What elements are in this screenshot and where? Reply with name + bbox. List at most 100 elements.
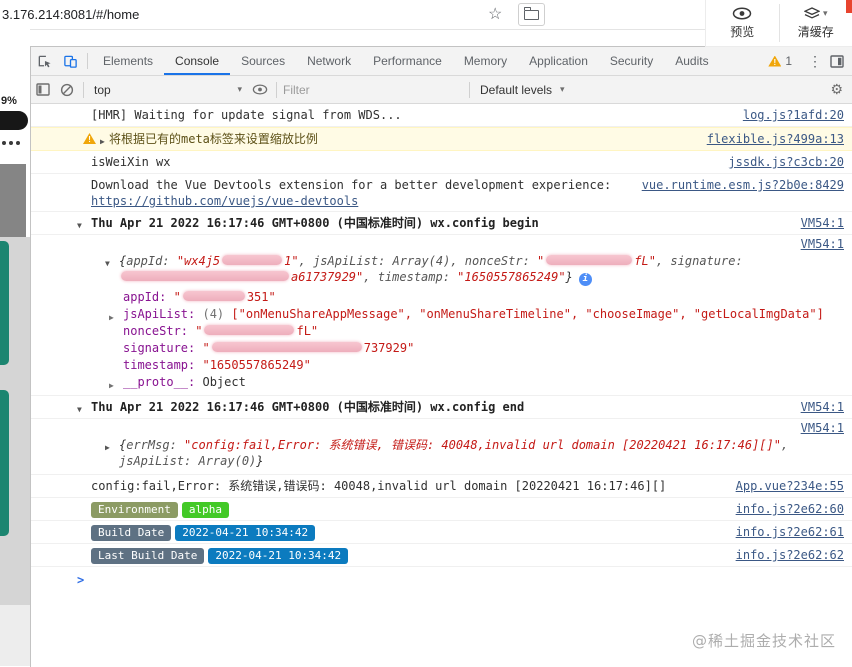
property-value: "1650557865249" (202, 358, 310, 372)
clear-console-icon[interactable] (55, 78, 79, 102)
context-selector[interactable]: top ▾ (88, 83, 248, 97)
tab-security[interactable]: Security (599, 48, 664, 75)
source-link[interactable]: VM54:1 (801, 237, 844, 251)
build-date-value-badge: 2022-04-21 10:34:42 (175, 525, 315, 541)
console-message-config-fail: App.vue?234e:55 config:fail,Error: 系统错误,… (31, 475, 852, 498)
redacted-text (121, 271, 289, 281)
group-title: Thu Apr 21 2022 16:17:46 GMT+0800 (中国标准时… (91, 400, 524, 414)
devtools-tabbar: Elements Console Sources Network Perform… (31, 47, 852, 76)
preview-button[interactable]: 预览 (706, 0, 779, 46)
source-link[interactable]: info.js?2e62:62 (736, 547, 844, 563)
page-footer-area (0, 605, 30, 666)
property-proto: ▶ __proto__: Object (109, 374, 844, 391)
source-link[interactable]: VM54:1 (801, 215, 844, 231)
message-text: isWeiXin wx (91, 155, 170, 169)
page-action-panel: 预览 ▾ 清缓存 (705, 0, 852, 47)
console-settings-gear-icon[interactable]: ⚙ (830, 81, 843, 98)
preview-key: , jsApiList: (299, 254, 393, 268)
tab-memory[interactable]: Memory (453, 48, 518, 75)
preview-label: 预览 (730, 23, 754, 40)
teal-card-1[interactable] (0, 241, 9, 365)
console-output: log.js?1afd:20 [HMR] Waiting for update … (31, 104, 852, 667)
bookmark-star-icon[interactable]: ☆ (488, 4, 502, 24)
console-group-end: ▼ VM54:1 Thu Apr 21 2022 16:17:46 GMT+08… (31, 396, 852, 419)
property-appid: appId: "351" (109, 289, 844, 306)
inspect-element-icon[interactable] (31, 48, 57, 74)
redacted-text (183, 291, 245, 301)
source-link[interactable]: info.js?2e62:61 (736, 524, 844, 540)
save-folder-button[interactable] (518, 3, 545, 26)
expand-arrow-icon[interactable]: ▶ (105, 440, 110, 456)
console-group-begin: ▼ VM54:1 Thu Apr 21 2022 16:17:46 GMT+08… (31, 212, 852, 235)
log-levels-dropdown[interactable]: Default levels ▾ (474, 83, 571, 97)
page-preview-strip: 9% (0, 29, 30, 666)
brace: } (566, 270, 573, 284)
property-value: 737929" (364, 341, 415, 355)
console-prompt-chevron[interactable]: > (77, 572, 84, 588)
watermark: @稀土掘金技术社区 (692, 633, 836, 649)
battery-percent: 9% (1, 95, 17, 107)
warning-icon: ! (83, 133, 96, 144)
tab-sources[interactable]: Sources (230, 48, 296, 75)
collapse-arrow-icon[interactable]: ▼ (77, 402, 82, 418)
warning-text: 将根据已有的meta标签来设置缩放比例 (109, 132, 318, 146)
object-preview[interactable]: ▼ {appId: "wx4j51", jsApiList: Array(4),… (31, 252, 852, 287)
vue-devtools-link[interactable]: https://github.com/vuejs/vue-devtools (91, 194, 358, 208)
source-link[interactable]: flexible.js?499a:13 (707, 131, 844, 147)
console-sidebar-icon[interactable] (31, 78, 55, 102)
property-key: jsApiList: (123, 307, 202, 321)
collapse-arrow-icon[interactable]: ▼ (105, 256, 110, 272)
tab-application[interactable]: Application (518, 48, 599, 75)
folder-icon (524, 10, 539, 20)
live-expression-eye-icon[interactable] (248, 78, 272, 102)
devtools-panel: Elements Console Sources Network Perform… (30, 46, 852, 667)
source-link[interactable]: vue.runtime.esm.js?2b0e:8429 (642, 177, 844, 193)
property-jsapilist: ▶ jsApiList: (4) ["onMenuShareAppMessage… (109, 306, 844, 323)
eye-icon (732, 6, 752, 20)
console-message-vue-devtools: vue.runtime.esm.js?2b0e:8429 Download th… (31, 174, 852, 212)
build-date-badge: Build Date (91, 525, 171, 541)
source-link[interactable]: jssdk.js?c3cb:20 (728, 154, 844, 170)
notification-sliver (846, 0, 852, 13)
info-icon[interactable]: i (579, 273, 592, 286)
console-message-last-build-date: info.js?2e62:62 Last Build Date2022-04-2… (31, 544, 852, 567)
preview-key: , signature: (656, 254, 743, 268)
more-options-icon[interactable]: ⋮ (808, 53, 822, 70)
source-link[interactable]: info.js?2e62:60 (736, 501, 844, 517)
divider (83, 82, 84, 98)
object-preview[interactable]: ▶ {errMsg: "config:fail,Error: 系统错误, 错误码… (31, 436, 852, 470)
tab-elements[interactable]: Elements (92, 48, 164, 75)
property-key: appId: (123, 290, 174, 304)
teal-card-2[interactable] (0, 390, 9, 536)
page-grey-block (0, 164, 26, 237)
filter-input[interactable] (281, 82, 465, 98)
source-link[interactable]: log.js?1afd:20 (743, 107, 844, 123)
property-key: __proto__: (123, 375, 202, 389)
warning-count-badge[interactable]: ! 1 (768, 54, 792, 68)
clear-cache-button[interactable]: ▾ 清缓存 (780, 0, 852, 46)
tab-performance[interactable]: Performance (362, 48, 453, 75)
array-count: (4) (202, 307, 231, 321)
source-link[interactable]: VM54:1 (801, 421, 844, 435)
dock-side-icon[interactable] (830, 55, 844, 68)
preview-value: " (537, 254, 544, 268)
expand-arrow-icon[interactable]: ▶ (109, 378, 114, 393)
property-key: timestamp: (123, 358, 202, 372)
property-value: 351" (247, 290, 276, 304)
tab-network[interactable]: Network (296, 48, 362, 75)
chevron-down-icon: ▾ (560, 84, 565, 95)
message-text: [HMR] Waiting for update signal from WDS… (91, 108, 402, 122)
tab-audits[interactable]: Audits (664, 48, 719, 75)
preview-key: , timestamp: (363, 270, 457, 284)
console-prompt[interactable]: > (31, 567, 852, 594)
console-warning-meta: ! ▶ flexible.js?499a:13 将根据已有的meta标签来设置缩… (31, 127, 852, 151)
collapse-arrow-icon[interactable]: ▼ (77, 218, 82, 234)
property-value: " (195, 324, 202, 338)
tab-console[interactable]: Console (164, 48, 230, 75)
device-toolbar-icon[interactable] (57, 48, 83, 74)
source-link[interactable]: App.vue?234e:55 (736, 478, 844, 494)
property-key: signature: (123, 341, 202, 355)
expand-arrow-icon[interactable]: ▶ (100, 134, 105, 150)
url-text[interactable]: 3.176.214:8081/#/home (2, 7, 139, 22)
source-link[interactable]: VM54:1 (801, 399, 844, 415)
